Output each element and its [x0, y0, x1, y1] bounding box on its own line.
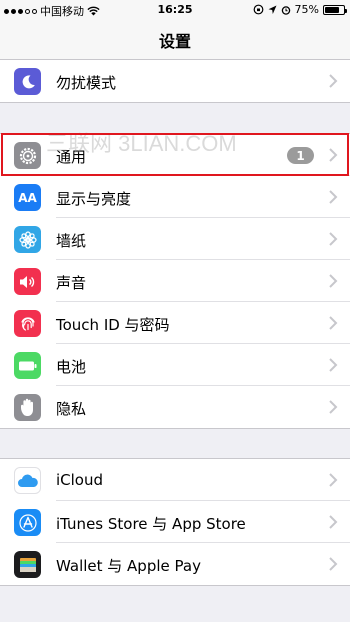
settings-row-wallpaper[interactable]: 墙纸: [0, 218, 350, 260]
page-title: 设置: [158, 31, 191, 51]
hand-icon: [14, 394, 41, 421]
settings-row-label: 隐私: [56, 400, 87, 418]
gear-icon: [14, 142, 41, 169]
settings-row-privacy[interactable]: 隐私: [0, 386, 350, 428]
battery-icon: [14, 352, 41, 379]
alarm-icon: [281, 5, 290, 15]
location-icon: [268, 5, 277, 14]
chevron-right-icon: [329, 274, 338, 288]
settings-group-accounts: iCloud iTunes Store 与 App Store Wallet 与…: [0, 458, 350, 586]
battery-fill: [325, 6, 339, 13]
settings-row-label: 墙纸: [56, 232, 87, 250]
text-size-icon: AA: [14, 184, 41, 211]
chevron-right-icon: [329, 74, 338, 88]
settings-row-display-brightness[interactable]: AA 显示与亮度: [0, 176, 350, 218]
wallet-icon: [14, 551, 41, 578]
settings-row-touch-id-passcode[interactable]: Touch ID 与密码: [0, 302, 350, 344]
settings-group-dnd: 勿扰模式: [0, 59, 350, 103]
chevron-right-icon: [329, 400, 338, 414]
chevron-right-icon: [329, 358, 338, 372]
chevron-right-icon: [329, 190, 338, 204]
settings-row-label: Wallet 与 Apple Pay: [56, 557, 201, 575]
fingerprint-icon: [14, 310, 41, 337]
battery-icon: [323, 4, 347, 15]
chevron-right-icon: [329, 515, 338, 529]
flower-icon: [14, 226, 41, 253]
chevron-right-icon: [329, 316, 338, 330]
orientation-lock-icon: [253, 4, 263, 15]
settings-row-general[interactable]: 通用 1: [0, 134, 350, 176]
navigation-bar: 设置: [0, 20, 350, 60]
chevron-right-icon: [329, 232, 338, 246]
settings-row-icloud[interactable]: iCloud: [0, 459, 350, 501]
chevron-right-icon: [329, 148, 338, 162]
app-store-icon: [14, 509, 41, 536]
settings-row-itunes-app-store[interactable]: iTunes Store 与 App Store: [0, 501, 350, 543]
settings-row-label: iCloud: [56, 471, 104, 489]
battery-percent: 75%: [294, 3, 319, 16]
settings-row-sounds[interactable]: 声音: [0, 260, 350, 302]
status-bar: 中国移动 16:25 75%: [0, 0, 350, 20]
settings-row-label: 显示与亮度: [56, 190, 132, 208]
settings-row-label: iTunes Store 与 App Store: [56, 515, 246, 533]
update-badge: 1: [287, 147, 314, 164]
chevron-right-icon: [329, 473, 338, 487]
status-right: 75%: [253, 3, 347, 16]
cloud-icon: [14, 467, 41, 494]
settings-row-label: Touch ID 与密码: [56, 316, 170, 334]
settings-row-label: 电池: [56, 358, 87, 376]
moon-icon: [14, 68, 41, 95]
settings-row-do-not-disturb[interactable]: 勿扰模式: [0, 60, 350, 102]
settings-row-label: 通用: [56, 148, 87, 166]
chevron-right-icon: [329, 557, 338, 571]
settings-row-battery[interactable]: 电池: [0, 344, 350, 386]
settings-group-general: 通用 1 AA 显示与亮度 墙纸 声音 Touch ID 与密码 电池 隐私: [0, 133, 350, 429]
settings-row-label: 声音: [56, 274, 87, 292]
settings-row-label: 勿扰模式: [56, 74, 117, 92]
speaker-icon: [14, 268, 41, 295]
settings-row-wallet-apple-pay[interactable]: Wallet 与 Apple Pay: [0, 543, 350, 585]
